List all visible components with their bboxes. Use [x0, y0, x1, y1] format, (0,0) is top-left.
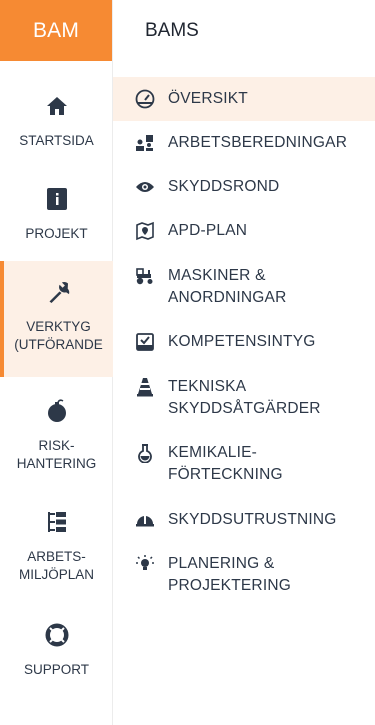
logo[interactable]: BAM: [0, 0, 112, 61]
rail-item-risk-hantering[interactable]: RISK- HANTERING: [0, 397, 113, 473]
home-icon: [43, 92, 71, 120]
rail-item-label: ARBETS- MILJÖPLAN: [18, 549, 95, 582]
rail-item-label: SUPPORT: [23, 662, 89, 677]
eye-icon: [134, 176, 156, 198]
lightbulb-icon: [134, 553, 156, 575]
rail-item-verktyg[interactable]: VERKTYG (UTFÖRANDE: [0, 261, 113, 377]
certificate-icon: [134, 331, 156, 353]
menu-item-planering[interactable]: PLANERING & PROJEKTERING: [113, 553, 375, 597]
menu-item-oversikt[interactable]: ÖVERSIKT: [113, 77, 375, 121]
map-pin-icon: [134, 220, 156, 242]
menu-item-label: SKYDDSUTRUSTNING: [168, 511, 337, 528]
bomb-icon: [43, 397, 71, 425]
rail-item-label: PROJEKT: [25, 226, 88, 241]
rail-item-label: VERKTYG (UTFÖRANDE: [14, 319, 103, 352]
lifebuoy-icon: [43, 621, 71, 649]
rail-item-label: STARTSIDA: [19, 133, 94, 148]
info-icon: [43, 185, 71, 213]
menu-item-apd-plan[interactable]: APD-PLAN: [113, 220, 375, 242]
gauge-icon: [134, 88, 156, 110]
wrench-icon: [45, 278, 73, 306]
menu-item-label: TEKNISKA SKYDDSÅTGÄRDER: [168, 378, 321, 417]
menu-item-skyddsrond[interactable]: SKYDDSROND: [113, 176, 375, 198]
menu-item-label: KEMIKALIE- FÖRTECKNING: [168, 444, 283, 483]
page-title: BAMS: [145, 19, 199, 41]
menu-item-label: KOMPETENSINTYG: [168, 333, 316, 350]
menu-item-label: PLANERING & PROJEKTERING: [168, 555, 291, 594]
cone-icon: [134, 376, 156, 398]
tractor-icon: [134, 265, 156, 287]
sidebar-rail: BAM STARTSIDA PROJEKT VERKTYG (UTFÖRANDE…: [0, 0, 113, 725]
menu-item-label: ARBETSBEREDNINGAR: [168, 134, 348, 151]
rail-item-support[interactable]: SUPPORT: [0, 621, 113, 679]
helmet-icon: [134, 509, 156, 531]
menu-item-arbetsberedningar[interactable]: ARBETSBEREDNINGAR: [113, 132, 375, 154]
app: BAM STARTSIDA PROJEKT VERKTYG (UTFÖRANDE…: [0, 0, 375, 725]
menu-item-tekniska[interactable]: TEKNISKA SKYDDSÅTGÄRDER: [113, 376, 375, 420]
flask-icon: [134, 442, 156, 464]
menu-item-label: ÖVERSIKT: [168, 90, 248, 107]
rail-item-projekt[interactable]: PROJEKT: [0, 185, 113, 243]
rail-item-startsida[interactable]: STARTSIDA: [0, 92, 113, 150]
menu-item-label: APD-PLAN: [168, 222, 248, 239]
people-chart-icon: [134, 132, 156, 154]
menu-item-maskiner[interactable]: MASKINER & ANORDNINGAR: [113, 265, 375, 309]
page-header: BAMS: [113, 0, 375, 61]
menu-item-label: SKYDDSROND: [168, 178, 280, 195]
rail-item-label: RISK- HANTERING: [16, 438, 97, 471]
menu-item-label: MASKINER & ANORDNINGAR: [168, 267, 287, 306]
list-tree-icon: [43, 508, 71, 536]
menu-item-skyddsutrustning[interactable]: SKYDDSUTRUSTNING: [113, 509, 375, 531]
rail-item-arbetsmiljoplan[interactable]: ARBETS- MILJÖPLAN: [0, 508, 113, 584]
menu-item-kemikalie[interactable]: KEMIKALIE- FÖRTECKNING: [113, 442, 375, 486]
menu-item-kompetensintyg[interactable]: KOMPETENSINTYG: [113, 331, 375, 353]
